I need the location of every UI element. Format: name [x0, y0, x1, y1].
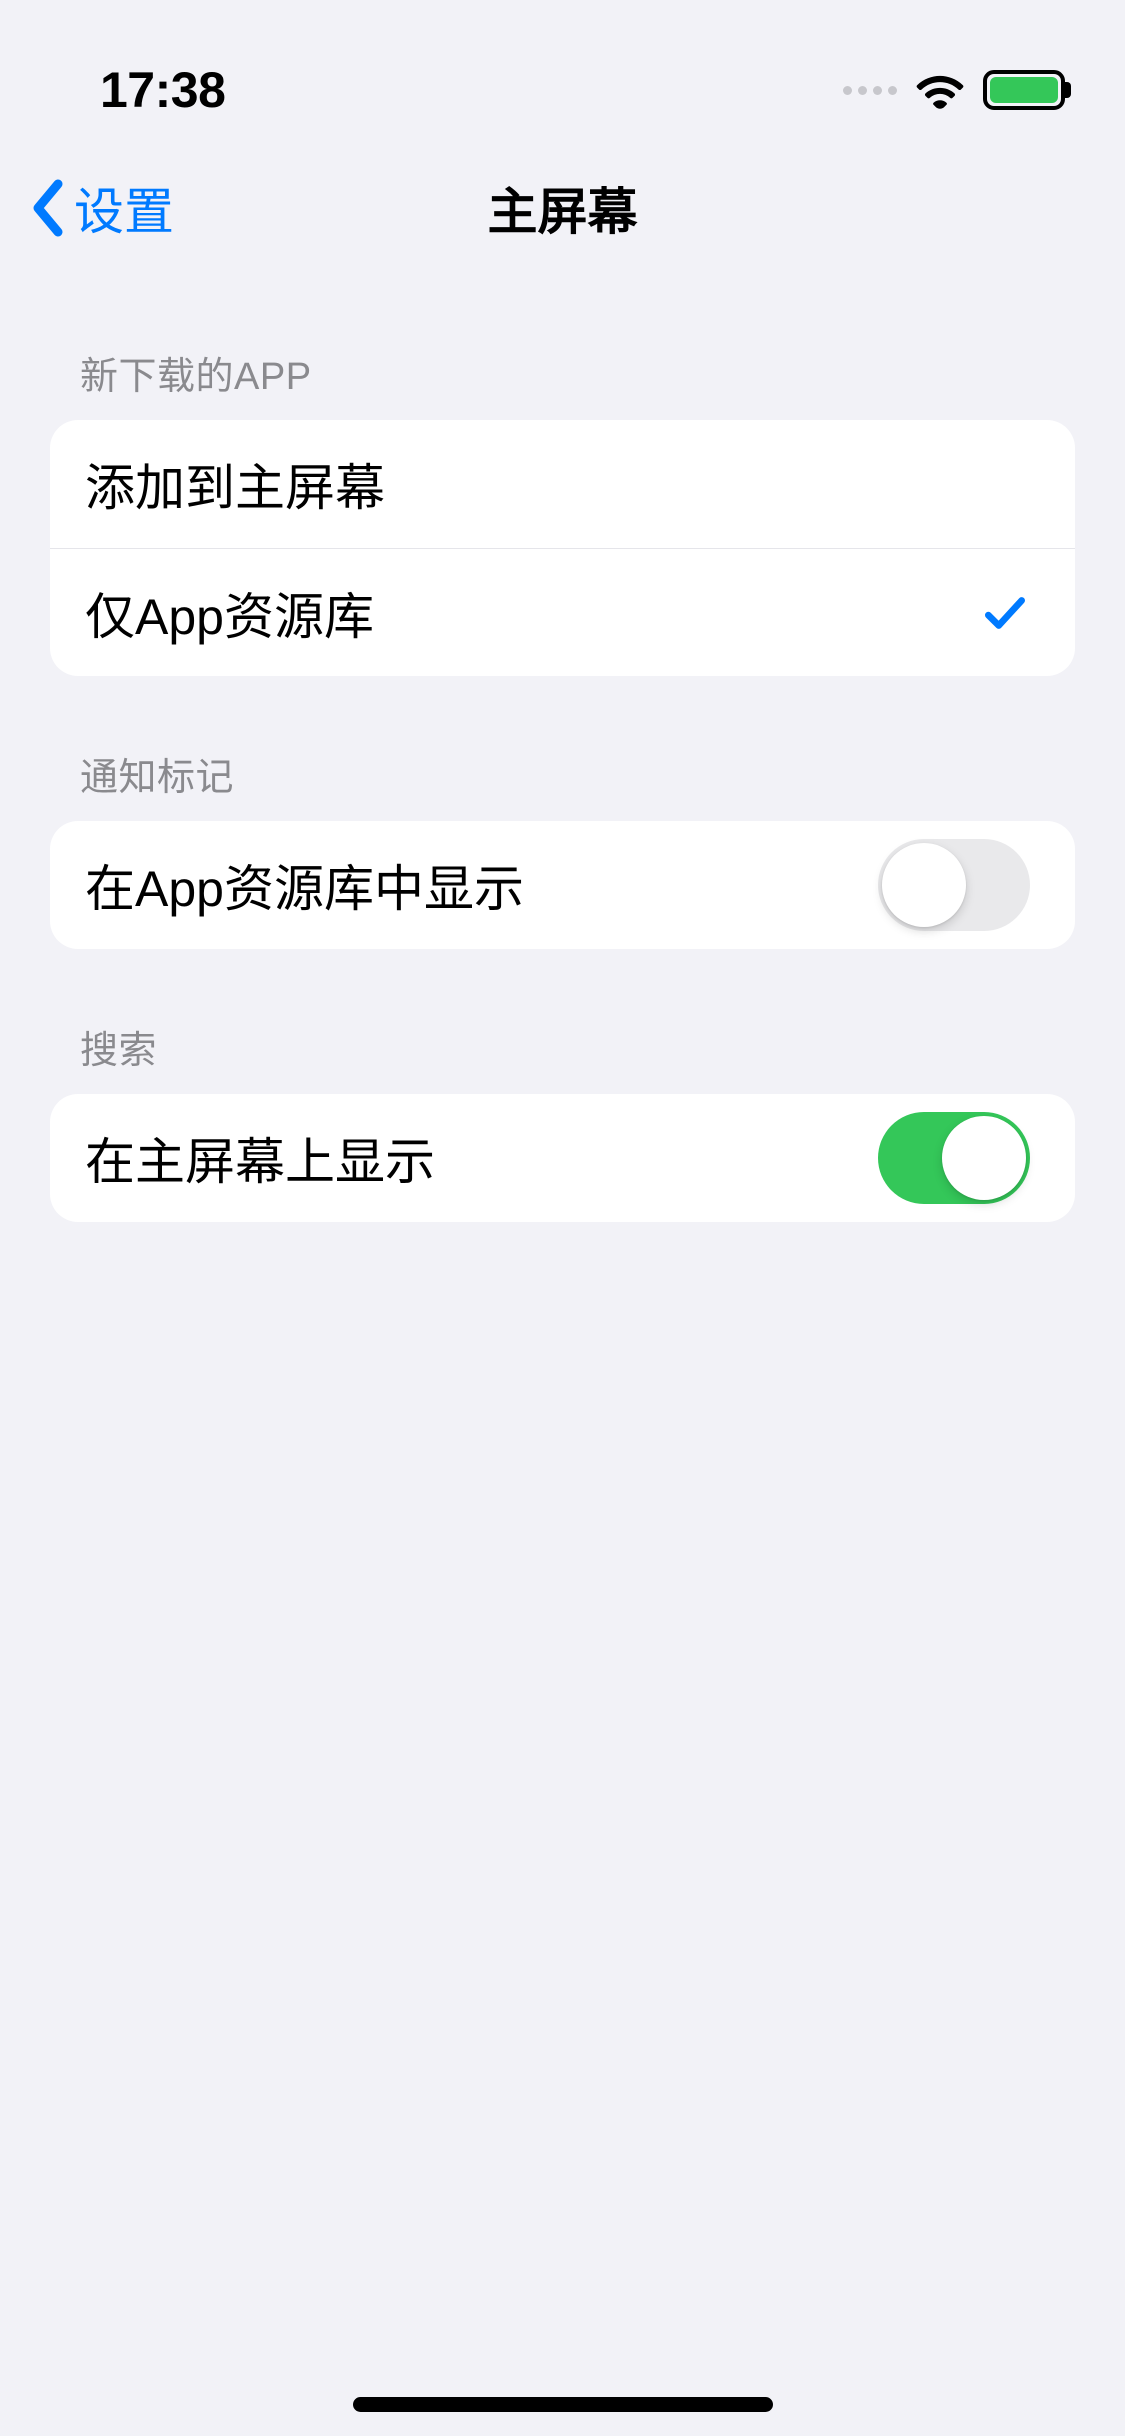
option-app-library-only[interactable]: 仅App资源库 — [50, 548, 1075, 676]
status-bar: 17:38 — [0, 0, 1125, 140]
toggle-show-on-home[interactable] — [878, 1112, 1030, 1204]
group-badges: 在App资源库中显示 — [50, 821, 1075, 949]
nav-bar: 设置 主屏幕 — [0, 140, 1125, 275]
row-label: 在主屏幕上显示 — [85, 1122, 878, 1194]
section-header-search: 搜索 — [50, 949, 1075, 1094]
toggle-show-in-app-library[interactable] — [878, 839, 1030, 931]
home-indicator[interactable] — [353, 2397, 773, 2412]
checkmark-icon — [980, 588, 1030, 638]
battery-icon — [983, 70, 1065, 110]
back-button[interactable]: 设置 — [30, 172, 174, 244]
option-add-to-home[interactable]: 添加到主屏幕 — [50, 420, 1075, 548]
cellular-signal-icon — [843, 86, 897, 95]
group-new-apps: 添加到主屏幕 仅App资源库 — [50, 420, 1075, 676]
row-show-in-app-library: 在App资源库中显示 — [50, 821, 1075, 949]
back-label: 设置 — [74, 172, 174, 244]
row-show-on-home: 在主屏幕上显示 — [50, 1094, 1075, 1222]
option-label: 添加到主屏幕 — [85, 448, 1030, 520]
section-header-badges: 通知标记 — [50, 676, 1075, 821]
group-search: 在主屏幕上显示 — [50, 1094, 1075, 1222]
row-label: 在App资源库中显示 — [85, 849, 878, 921]
page-title: 主屏幕 — [488, 172, 638, 244]
status-time: 17:38 — [100, 61, 225, 119]
status-right — [843, 70, 1065, 110]
wifi-icon — [915, 71, 965, 109]
chevron-left-icon — [30, 178, 66, 238]
content: 新下载的APP 添加到主屏幕 仅App资源库 通知标记 在App资源库中显示 搜… — [0, 275, 1125, 1222]
option-label: 仅App资源库 — [85, 577, 980, 649]
section-header-new-apps: 新下载的APP — [50, 275, 1075, 420]
